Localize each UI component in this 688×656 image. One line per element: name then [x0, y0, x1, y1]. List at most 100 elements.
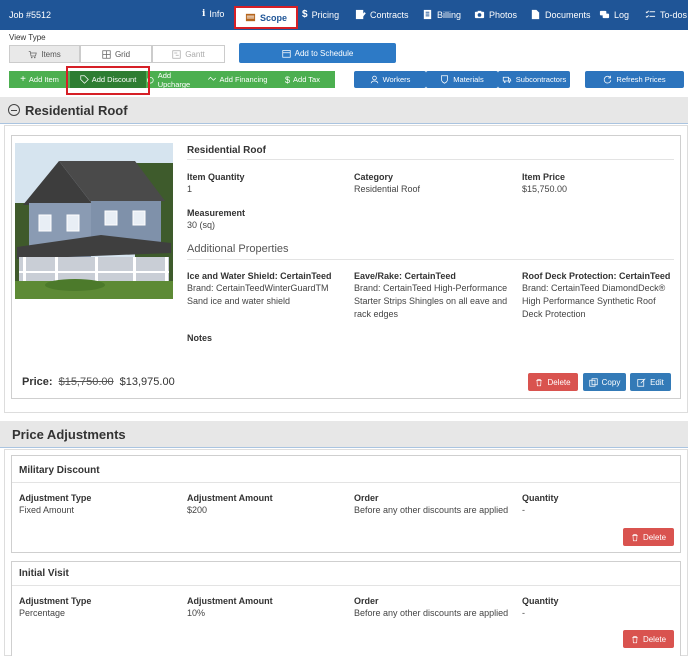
adjustment-type-value: Percentage — [19, 608, 66, 618]
item-section-title: Residential Roof — [25, 102, 128, 118]
edit-item-label: Edit — [650, 377, 664, 387]
property-name: Eave/Rake: CertainTeed — [354, 271, 456, 281]
materials-button[interactable]: Materials — [426, 71, 498, 88]
add-tax-label: Add Tax — [293, 75, 320, 84]
price-label: Price: — [22, 376, 53, 388]
materials-label: Materials — [453, 75, 484, 84]
divider — [12, 585, 680, 586]
property-value: Brand: CertainTeedWinterGuardTM Sand ice… — [187, 283, 329, 306]
view-items-label: Items — [41, 49, 61, 59]
original-price: $15,750.00 — [58, 376, 114, 388]
order-label: Order — [354, 596, 379, 606]
info-icon: i — [202, 9, 206, 19]
copy-item-button[interactable]: Copy — [583, 373, 626, 391]
view-grid-button[interactable]: Grid — [80, 45, 152, 63]
trash-icon — [536, 378, 543, 386]
tab-billing-label: Billing — [437, 9, 462, 20]
tab-log-label: Log — [614, 9, 630, 20]
quantity-value: 1 — [187, 184, 193, 194]
price-row: Price: $15,750.00 $13,975.00 — [22, 376, 175, 388]
adjustment-amount-label: Adjustment Amount — [187, 493, 273, 503]
highlight-add-discount — [66, 66, 150, 95]
add-financing-label: Add Financing — [219, 75, 268, 84]
add-to-schedule-button[interactable]: Add to Schedule — [239, 43, 396, 63]
order-value: Before any other discounts are applied — [354, 608, 509, 618]
plus-icon: + — [20, 74, 26, 85]
add-upcharge-button[interactable]: Add Upcharge — [146, 70, 204, 89]
subcontractors-button[interactable]: Subcontractors — [498, 71, 570, 88]
shield-icon — [441, 75, 449, 84]
delete-adjustment-label: Delete — [642, 634, 667, 644]
add-tax-button[interactable]: $ Add Tax — [270, 71, 335, 88]
truck-icon — [502, 76, 511, 83]
divider — [187, 259, 674, 260]
add-item-button[interactable]: + Add Item — [9, 71, 70, 88]
adjustment-type-label: Adjustment Type — [19, 493, 92, 503]
view-gantt-button[interactable]: Gantt — [152, 45, 225, 63]
tab-photos-label: Photos — [489, 9, 518, 20]
item-price-label: Item Price — [522, 172, 566, 182]
top-nav-bar: Job #5512 i Info Scope $ Pricing Contrac… — [0, 0, 688, 30]
highlight-scope-tab — [232, 4, 292, 30]
copy-item-label: Copy — [601, 377, 621, 387]
quantity-value: - — [522, 505, 525, 515]
view-grid-label: Grid — [114, 49, 131, 59]
tab-contracts-label: Contracts — [370, 9, 409, 20]
tab-contracts[interactable]: Contracts — [355, 9, 409, 20]
tab-pricing[interactable]: $ Pricing — [302, 9, 339, 20]
handshake-icon — [207, 76, 216, 81]
item-name: Residential Roof — [187, 145, 266, 156]
tab-billing[interactable]: Billing — [422, 9, 461, 20]
tab-documents-label: Documents — [545, 9, 591, 20]
workers-button[interactable]: Workers — [354, 71, 426, 88]
additional-properties-label: Additional Properties — [187, 243, 289, 255]
tab-todos-label: To-dos — [660, 9, 688, 20]
discounted-price: $13,975.00 — [119, 376, 175, 388]
grid-icon — [102, 49, 111, 59]
add-upcharge-label: Add Upcharge — [157, 70, 191, 89]
order-value: Before any other discounts are applied — [354, 505, 509, 515]
tab-photos[interactable]: Photos — [474, 9, 517, 20]
category-value: Residential Roof — [354, 184, 421, 194]
property-name: Roof Deck Protection: CertainTeed — [522, 271, 671, 281]
refresh-prices-button[interactable]: Refresh Prices — [585, 71, 684, 88]
adjustment-amount-value: $200 — [187, 505, 208, 515]
tab-info-label: Info — [209, 9, 225, 19]
quantity-label: Item Quantity — [187, 172, 245, 182]
gantt-icon — [172, 49, 181, 59]
tab-todos[interactable]: To-dos — [645, 9, 687, 20]
chat-icon — [599, 10, 610, 19]
add-to-schedule-label: Add to Schedule — [294, 48, 354, 58]
collapse-icon[interactable] — [8, 104, 20, 116]
adjustment-amount-label: Adjustment Amount — [187, 596, 273, 606]
refresh-prices-label: Refresh Prices — [616, 75, 666, 84]
price-adjustments-header: Price Adjustments — [0, 421, 688, 448]
edit-item-button[interactable]: Edit — [630, 373, 671, 391]
copy-icon — [589, 377, 598, 387]
add-item-label: Add Item — [28, 75, 59, 84]
tab-documents[interactable]: Documents — [530, 9, 591, 20]
checklist-icon — [645, 10, 656, 18]
adjustment-name: Initial Visit — [19, 568, 69, 579]
quantity-value: - — [522, 608, 525, 618]
delete-adjustment-button[interactable]: Delete — [623, 630, 674, 648]
add-financing-button[interactable]: Add Financing — [204, 71, 270, 88]
dollar-icon: $ — [285, 74, 291, 85]
adjustment-name: Military Discount — [19, 465, 100, 476]
delete-adjustment-button[interactable]: Delete — [623, 528, 674, 546]
tab-log[interactable]: Log — [599, 9, 629, 20]
adjustment-card — [11, 455, 681, 553]
property-name: Ice and Water Shield: CertainTeed — [187, 271, 332, 281]
view-items-button[interactable]: Items — [9, 45, 80, 63]
item-price-value: $15,750.00 — [522, 184, 568, 194]
item-section-header[interactable]: Residential Roof — [0, 97, 688, 124]
delete-item-button[interactable]: Delete — [528, 373, 578, 391]
trash-icon — [632, 533, 638, 541]
tab-info[interactable]: i Info — [202, 9, 224, 19]
measurement-label: Measurement — [187, 208, 246, 218]
category-label: Category — [354, 172, 394, 182]
adjustment-type-value: Fixed Amount — [19, 505, 75, 515]
divider — [187, 159, 674, 160]
subcontractors-label: Subcontractors — [515, 75, 567, 84]
price-adjustments-title: Price Adjustments — [12, 426, 126, 442]
